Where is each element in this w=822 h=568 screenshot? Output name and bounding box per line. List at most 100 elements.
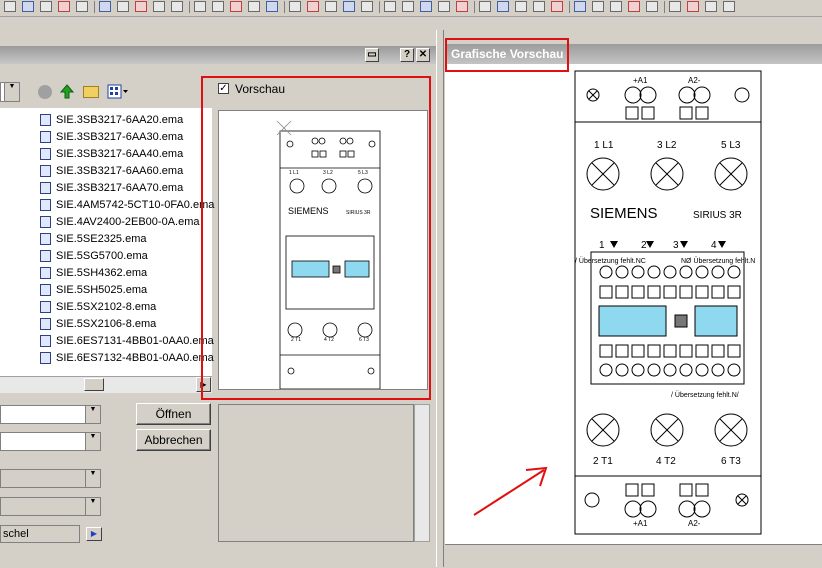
top-terminal-a2: A2- xyxy=(688,76,701,85)
preview-checkbox[interactable]: ✓ xyxy=(218,83,229,94)
chevron-down-icon[interactable]: ▼ xyxy=(85,433,100,450)
chevron-down-icon[interactable]: ▼ xyxy=(85,406,100,423)
toolbar-button-icon[interactable] xyxy=(456,1,468,12)
aux-terminal xyxy=(631,344,645,358)
view-menu-icon[interactable] xyxy=(107,84,129,100)
toolbar-button-icon[interactable] xyxy=(402,1,414,12)
toolbar-button-icon[interactable] xyxy=(574,1,586,12)
file-list[interactable]: SIE.3SB3217-6AA20.ema SIE.3SB3217-6AA30.e… xyxy=(0,108,214,376)
aux-number-3: 3 xyxy=(673,240,679,251)
help-icon[interactable]: ? xyxy=(400,48,414,62)
file-name: SIE.5SE2325.ema xyxy=(56,233,147,245)
preview-info-area xyxy=(218,404,414,542)
toolbar-button-icon[interactable] xyxy=(497,1,509,12)
toolbar-separator xyxy=(569,1,570,13)
file-name: SIE.5SX2106-8.ema xyxy=(56,318,157,330)
toolbar-button-icon[interactable] xyxy=(420,1,432,12)
toolbar-button-icon[interactable] xyxy=(117,1,129,12)
toolbar-button-icon[interactable] xyxy=(610,1,622,12)
phase-l3: 5 L3 xyxy=(721,140,741,151)
toolbar-button-icon[interactable] xyxy=(58,1,70,12)
toolbar-button-icon[interactable] xyxy=(646,1,658,12)
bottom-status-strip xyxy=(445,544,822,568)
toolbar-button-icon[interactable] xyxy=(515,1,527,12)
toolbar-button-icon[interactable] xyxy=(266,1,278,12)
aux-terminal xyxy=(695,363,709,377)
toolbar-button-icon[interactable] xyxy=(230,1,242,12)
disabled-combo-2: ▼ xyxy=(0,497,101,516)
browse-arrow-icon[interactable]: ▶ xyxy=(86,527,102,541)
toolbar-button-icon[interactable] xyxy=(76,1,88,12)
info-scrollbar[interactable] xyxy=(414,404,430,542)
toolbar-separator xyxy=(379,1,380,13)
toolbar-button-icon[interactable] xyxy=(533,1,545,12)
aux-number-2: 2 xyxy=(641,240,647,251)
toolbar-button-icon[interactable] xyxy=(438,1,450,12)
open-button[interactable]: Öffnen xyxy=(136,403,211,425)
file-icon xyxy=(40,216,51,228)
file-icon xyxy=(40,199,51,211)
aux-terminal xyxy=(615,285,629,299)
toolbar-button-icon[interactable] xyxy=(40,1,52,12)
dock-icon[interactable]: ▭ xyxy=(365,48,379,62)
chevron-down-icon[interactable]: ▼ xyxy=(4,83,19,101)
file-list-scrollbar[interactable]: ▶ xyxy=(0,376,212,393)
toolbar-button-icon[interactable] xyxy=(135,1,147,12)
preview-checkbox-label: Vorschau xyxy=(235,82,286,96)
file-icon xyxy=(40,284,51,296)
toolbar-button-icon[interactable] xyxy=(4,1,16,12)
toolbar-button-icon[interactable] xyxy=(628,1,640,12)
splitter[interactable] xyxy=(436,30,444,567)
new-folder-icon[interactable] xyxy=(83,86,99,98)
toolbar-button-icon[interactable] xyxy=(384,1,396,12)
file-name: SIE.3SB3217-6AA60.ema xyxy=(56,165,184,177)
filetype-combo[interactable]: ▼ xyxy=(0,432,101,451)
toolbar-button-icon[interactable] xyxy=(171,1,183,12)
toolbar-button-icon[interactable] xyxy=(307,1,319,12)
toolbar-button-icon[interactable] xyxy=(99,1,111,12)
aux-terminal xyxy=(647,285,661,299)
toolbar-button-icon[interactable] xyxy=(212,1,224,12)
folder-combo[interactable]: ▼ xyxy=(0,82,20,102)
note-right: NØ Übersetzung fehlt.N xyxy=(681,257,755,265)
file-name: SIE.6ES7131-4BB01-0AA0.ema xyxy=(56,335,214,347)
svg-text:SIEMENS: SIEMENS xyxy=(288,206,329,216)
file-icon xyxy=(40,233,51,245)
cancel-button[interactable]: Abbrechen xyxy=(136,429,211,451)
toolbar-button-icon[interactable] xyxy=(551,1,563,12)
toolbar-button-icon[interactable] xyxy=(153,1,165,12)
up-folder-icon[interactable] xyxy=(59,84,75,99)
file-name: SIE.4AV2400-2EB00-0A.ema xyxy=(56,216,200,228)
scrollbar-thumb[interactable] xyxy=(84,378,104,391)
aux-terminal xyxy=(615,363,629,377)
toolbar-button-icon[interactable] xyxy=(592,1,604,12)
toolbar-button-icon[interactable] xyxy=(325,1,337,12)
toolbar-button-icon[interactable] xyxy=(361,1,373,12)
toolbar-button-icon[interactable] xyxy=(22,1,34,12)
file-name: SIE.5SH4362.ema xyxy=(56,267,148,279)
filename-combo[interactable]: ▼ xyxy=(0,405,101,424)
device-labels: +A1 A2- 1 L1 3 L2 5 L3 SIEMENS SIRIUS 3R… xyxy=(575,76,755,528)
file-name: SIE.6ES7132-4BB01-0AA0.ema xyxy=(56,352,214,364)
toolbar-button-icon[interactable] xyxy=(669,1,681,12)
toolbar-button-icon[interactable] xyxy=(705,1,717,12)
toolbar-button-icon[interactable] xyxy=(343,1,355,12)
back-icon[interactable] xyxy=(38,85,52,99)
svg-text:1 L1: 1 L1 xyxy=(289,170,299,176)
toolbar-button-icon[interactable] xyxy=(479,1,491,12)
toolbar-button-icon[interactable] xyxy=(723,1,735,12)
toolbar-button-icon[interactable] xyxy=(687,1,699,12)
toolbar-button-icon[interactable] xyxy=(289,1,301,12)
aux-terminal xyxy=(727,344,741,358)
aux-terminal xyxy=(711,285,725,299)
aux-terminal xyxy=(679,344,693,358)
svg-text:4 T2: 4 T2 xyxy=(324,337,334,343)
phase-t2: 4 T2 xyxy=(656,456,676,467)
aux-terminal xyxy=(647,344,661,358)
aux-terminal xyxy=(599,344,613,358)
close-icon[interactable]: ✕ xyxy=(416,48,430,62)
aux-terminal xyxy=(727,265,741,279)
toolbar-button-icon[interactable] xyxy=(248,1,260,12)
toolbar-button-icon[interactable] xyxy=(194,1,206,12)
top-terminal-a1: +A1 xyxy=(633,76,648,85)
